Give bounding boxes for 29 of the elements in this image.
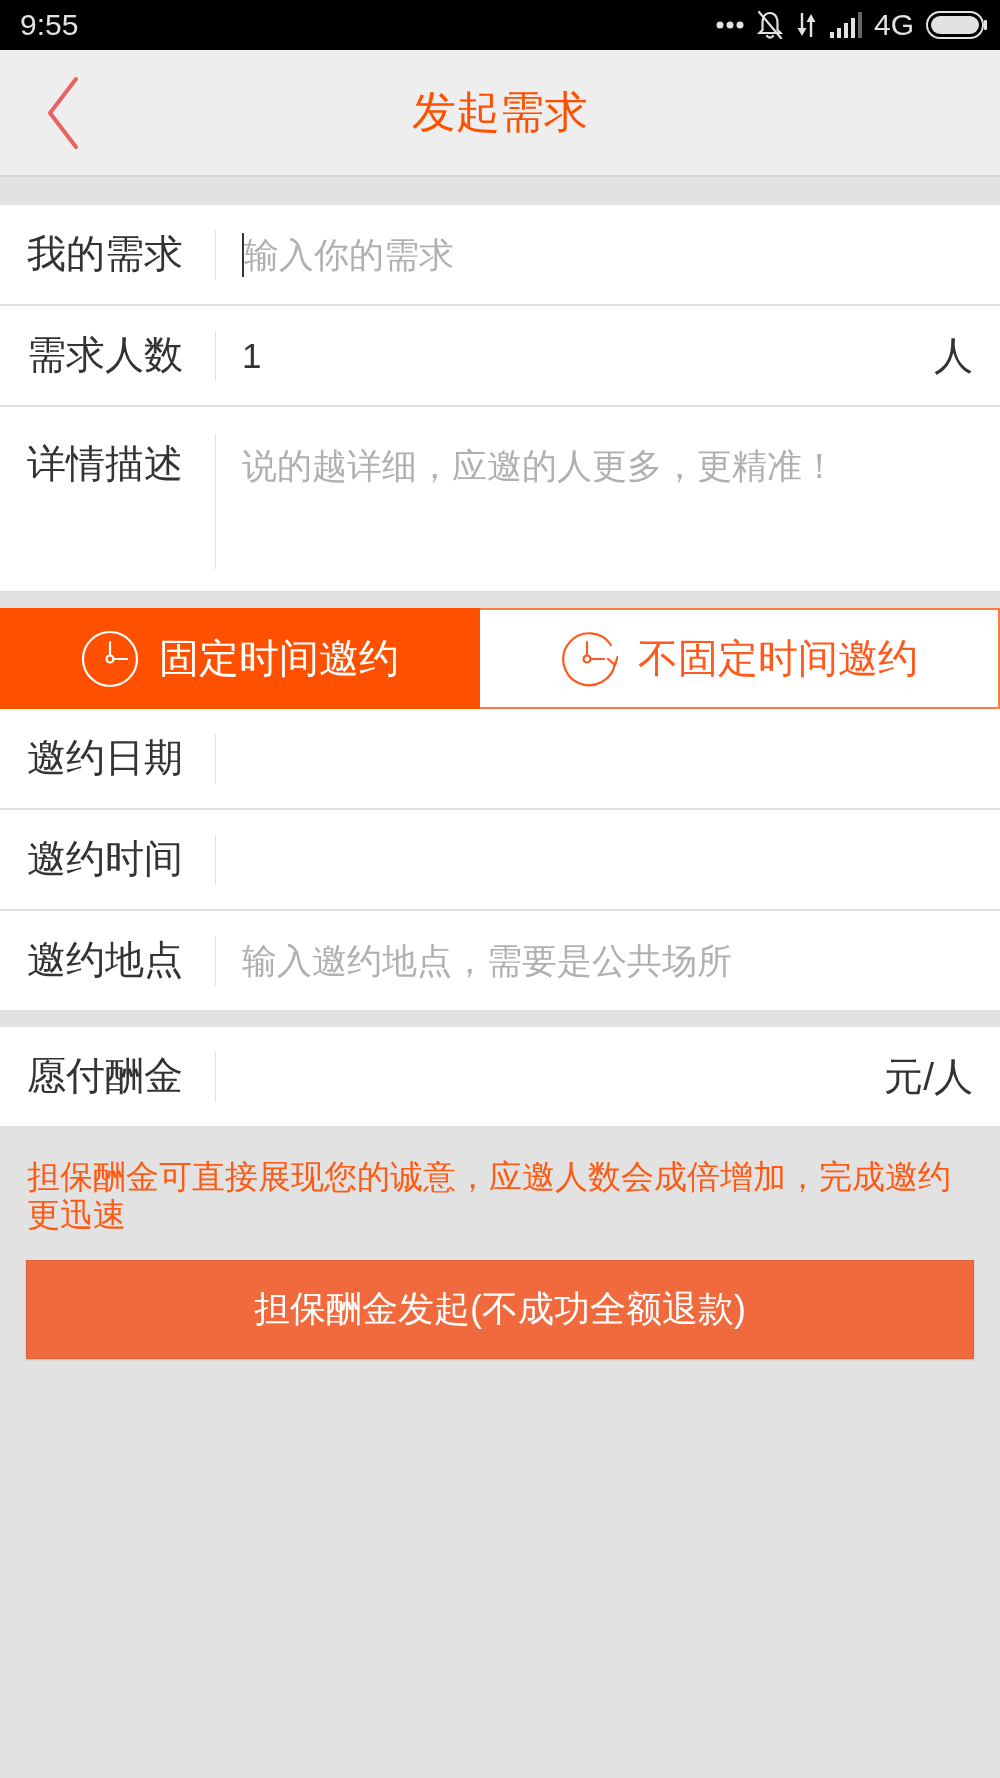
network-label: 4G [873, 8, 914, 42]
muted-bell-icon [755, 10, 784, 40]
field-label: 邀约日期 [27, 735, 183, 782]
text-area[interactable]: 说的越详细，应邀的人更多，更精准！ [242, 443, 973, 499]
text-input[interactable]: 输入邀约地点，需要是公共场所 [242, 930, 1000, 991]
unit-label: 人 [934, 332, 973, 379]
battery-icon [926, 11, 988, 39]
more-dots-icon [715, 21, 744, 29]
submit-button[interactable]: 担保酬金发起(不成功全额退款) [26, 1260, 974, 1359]
hint-text: 担保酬金可直接展现您的诚意，应邀人数会成倍增加，完成邀约更迅速 [26, 1157, 952, 1234]
status-time: 9:55 [20, 8, 79, 42]
text-input[interactable]: 1 [242, 325, 934, 386]
clock-icon [81, 629, 139, 688]
data-arrows-icon [795, 11, 818, 39]
page-title: 发起需求 [412, 86, 588, 138]
field-label: 愿付酬金 [27, 1053, 183, 1100]
field-label: 详情描述 [27, 441, 183, 487]
field-label: 邀约地点 [27, 937, 183, 984]
field-label: 需求人数 [27, 332, 183, 379]
back-icon[interactable] [46, 75, 80, 150]
text-input[interactable]: 输入你的需求 [244, 224, 1000, 285]
clock-arrow-icon [560, 629, 618, 688]
tab[interactable]: 不固定时间邀约 [480, 608, 1000, 709]
field-label: 邀约时间 [27, 836, 183, 883]
tab[interactable]: 固定时间邀约 [0, 608, 480, 709]
unit-label: 元/人 [884, 1053, 973, 1100]
text-cursor [242, 232, 244, 277]
signal-icon [829, 12, 862, 38]
field-label: 我的需求 [27, 231, 183, 278]
